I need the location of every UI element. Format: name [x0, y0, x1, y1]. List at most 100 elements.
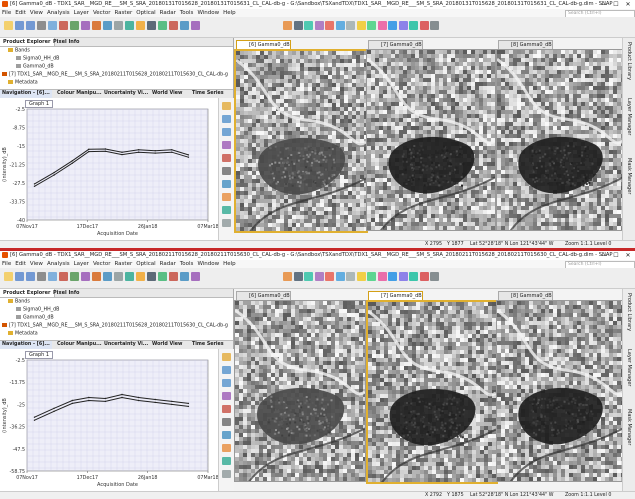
refresh-icon[interactable] [222, 219, 231, 227]
tree-product-7[interactable]: [7] TDX1_SAR__MGD_RE___SM_S_SRA_20180211… [2, 323, 228, 329]
image-view-0[interactable] [234, 300, 366, 482]
tool-tab-4[interactable]: Time Series [190, 90, 226, 98]
magic-wand-icon[interactable] [377, 272, 387, 281]
zoom-in-icon[interactable] [222, 128, 231, 136]
select-tool-icon[interactable] [293, 21, 303, 30]
speckle-icon[interactable] [136, 21, 145, 30]
close-button[interactable]: ✕ [622, 0, 634, 9]
range-finder-icon[interactable] [325, 21, 334, 30]
pan-tool-icon[interactable] [304, 21, 313, 30]
settings-icon[interactable] [222, 193, 231, 201]
right-tool-2[interactable]: Mask Manager [626, 409, 632, 445]
tree-band-sigma0[interactable]: Sigma0_HH_dB [16, 307, 59, 313]
mosaic-icon[interactable] [103, 272, 112, 281]
pixel-info-icon[interactable] [283, 272, 292, 281]
open-product-icon[interactable] [4, 272, 13, 281]
band-maths-icon[interactable] [59, 21, 68, 30]
magic-wand-icon[interactable] [377, 21, 387, 30]
speckle-icon[interactable] [136, 272, 145, 281]
menu-raster[interactable]: Raster [114, 260, 132, 268]
polarimetric-icon[interactable] [158, 21, 167, 30]
menu-edit[interactable]: Edit [15, 9, 26, 17]
reprojection-icon[interactable] [92, 21, 101, 30]
sar-image[interactable] [235, 301, 365, 482]
menu-radar[interactable]: Radar [160, 9, 176, 17]
range-finder-icon[interactable] [325, 272, 334, 281]
pan-icon[interactable] [222, 154, 231, 162]
menu-analysis[interactable]: Analysis [47, 260, 70, 268]
menu-view[interactable]: View [30, 9, 43, 17]
calibration-icon[interactable] [125, 272, 134, 281]
tool-tab-0[interactable]: Navigation - [6]... [0, 341, 52, 349]
right-tool-1[interactable]: Layer Manager [626, 349, 632, 386]
tool-tab-4[interactable]: Time Series [190, 341, 226, 349]
image-view-2[interactable] [496, 49, 624, 231]
terrain-icon[interactable] [114, 21, 123, 30]
sar-image[interactable] [236, 51, 366, 233]
image-view-2[interactable] [496, 300, 624, 482]
image-view-1[interactable] [366, 49, 496, 231]
tool-tab-2[interactable]: Uncertainty Vi... [102, 90, 150, 98]
tree-band-gamma0[interactable]: Gamma0_dB [16, 64, 54, 70]
minimize-button[interactable]: — [598, 251, 610, 260]
undo-icon[interactable] [26, 21, 35, 30]
band-maths-icon[interactable] [59, 272, 68, 281]
sar-image[interactable] [367, 50, 495, 231]
menu-raster[interactable]: Raster [114, 9, 132, 17]
tree-metadata[interactable]: Metadata [8, 331, 38, 337]
tab-product-explorer[interactable]: Product Explorer [0, 38, 55, 46]
polarimetric-icon[interactable] [158, 272, 167, 281]
menu-file[interactable]: File [2, 9, 11, 17]
sar-image[interactable] [368, 302, 496, 484]
zoom-out-icon[interactable] [222, 141, 231, 149]
insar-icon[interactable] [169, 272, 178, 281]
filter-icon[interactable] [222, 102, 231, 110]
tree-metadata[interactable]: Metadata [8, 80, 38, 86]
insar-icon[interactable] [169, 21, 178, 30]
refresh-icon[interactable] [222, 470, 231, 478]
menu-optical[interactable]: Optical [136, 260, 155, 268]
multilook-icon[interactable] [147, 21, 156, 30]
subset-icon[interactable] [81, 272, 90, 281]
close-button[interactable]: ✕ [622, 251, 634, 260]
pixel-info-icon[interactable] [283, 21, 292, 30]
menu-window[interactable]: Window [197, 260, 219, 268]
legend-icon[interactable] [222, 206, 231, 214]
menu-layer[interactable]: Layer [74, 260, 89, 268]
save-icon[interactable] [15, 21, 24, 30]
select-tool-icon[interactable] [293, 272, 303, 281]
menu-view[interactable]: View [30, 260, 43, 268]
collocation-icon[interactable] [70, 21, 79, 30]
tab-pixel-info[interactable]: Pixel Info [50, 289, 82, 297]
gcp-manager-icon[interactable] [367, 21, 376, 30]
tab-product-explorer[interactable]: Product Explorer [0, 289, 55, 297]
legend-icon[interactable] [222, 457, 231, 465]
tree-product-7[interactable]: [7] TDX1_SAR__MGD_RE___SM_S_SRA_20180211… [2, 72, 228, 78]
draw-polygon-icon[interactable] [398, 21, 408, 30]
draw-ellipse-icon[interactable] [419, 272, 429, 281]
menu-edit[interactable]: Edit [15, 260, 26, 268]
tool-tab-1[interactable]: Colour Manipu... [55, 90, 104, 98]
draw-line-icon[interactable] [388, 21, 397, 30]
menu-analysis[interactable]: Analysis [47, 9, 70, 17]
menu-help[interactable]: Help [223, 260, 236, 268]
subset-icon[interactable] [81, 21, 90, 30]
menu-radar[interactable]: Radar [160, 260, 176, 268]
undo-icon[interactable] [26, 272, 35, 281]
draw-rectangle-icon[interactable] [409, 272, 418, 281]
menu-window[interactable]: Window [197, 9, 219, 17]
tree-bands[interactable]: Bands [8, 48, 30, 54]
draw-ellipse-icon[interactable] [419, 21, 429, 30]
calibration-icon[interactable] [125, 21, 134, 30]
tree-band-sigma0[interactable]: Sigma0_HH_dB [16, 56, 59, 62]
collocation-icon[interactable] [70, 272, 79, 281]
draw-line-icon[interactable] [388, 272, 397, 281]
maximize-button[interactable]: ☐ [610, 0, 622, 9]
save-icon[interactable] [15, 272, 24, 281]
open-product-icon[interactable] [4, 21, 13, 30]
help-icon[interactable] [430, 272, 439, 281]
maximize-button[interactable]: ☐ [610, 251, 622, 260]
right-tool-1[interactable]: Layer Manager [626, 98, 632, 135]
multilook-icon[interactable] [147, 272, 156, 281]
tool-tab-3[interactable]: World View [150, 90, 185, 98]
